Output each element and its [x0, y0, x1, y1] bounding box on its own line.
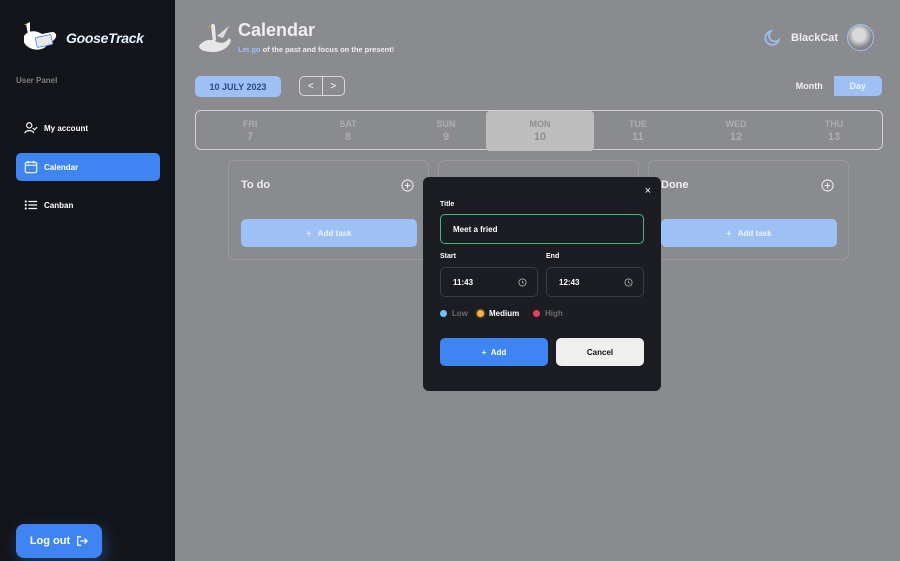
goose-logo-icon: [24, 22, 57, 50]
month-view-button[interactable]: Month: [785, 76, 834, 96]
day-view-button[interactable]: Day: [833, 76, 882, 96]
add-circle-icon[interactable]: [401, 179, 414, 192]
priority-label: Low: [452, 309, 468, 318]
priority-dot: [477, 310, 484, 317]
end-value: 12:43: [559, 277, 580, 287]
week-day[interactable]: SAT 8: [294, 111, 402, 151]
current-date-button[interactable]: 10 JULY 2023: [195, 76, 281, 97]
weekday-name: SUN: [436, 119, 456, 129]
add-circle-icon[interactable]: [821, 179, 834, 192]
week-strip: FRI 7 SAT 8 SUN 9 MON 10 TUE 11 WED 12 THU 13: [195, 110, 883, 151]
week-day[interactable]: TUE 11: [584, 111, 692, 151]
close-icon[interactable]: ×: [645, 185, 651, 197]
title-label: Title: [440, 201, 455, 208]
priority-label: Medium: [489, 309, 520, 318]
add-task-button[interactable]: + Add task: [661, 219, 837, 247]
logo[interactable]: GooseTrack: [18, 20, 144, 56]
weekday-name: FRI: [242, 119, 258, 129]
priority-low[interactable]: Low: [440, 309, 468, 318]
priority-high[interactable]: High: [533, 309, 563, 318]
week-day[interactable]: WED 12: [682, 111, 790, 151]
add-task-label: Add task: [737, 228, 772, 238]
weekday-name: WED: [725, 119, 747, 129]
calendar-icon: [24, 160, 38, 174]
sidebar-item-label: My account: [44, 123, 89, 133]
clock-icon: [518, 278, 527, 287]
avatar[interactable]: [847, 24, 874, 51]
weekday-number: 8: [344, 131, 352, 143]
start-value: 11:43: [453, 277, 474, 287]
add-task-label: Add task: [317, 228, 352, 238]
weekday-name: TUE: [629, 119, 647, 129]
cancel-button[interactable]: Cancel: [556, 338, 644, 366]
column-title: To do: [241, 179, 271, 191]
weekday-name: THU: [824, 119, 844, 129]
start-time-input[interactable]: 11:43: [440, 267, 538, 297]
title-value: Meet a fried: [453, 224, 498, 234]
add-button[interactable]: + Add: [440, 338, 548, 366]
subtitle-accent: Let go: [238, 45, 261, 54]
weekday-number: 12: [729, 131, 743, 143]
priority-dot: [440, 310, 447, 317]
sidebar-item-my-account[interactable]: My account: [16, 114, 160, 142]
week-day[interactable]: FRI 7: [196, 111, 304, 151]
next-period-button[interactable]: >: [323, 77, 345, 95]
title-input[interactable]: Meet a fried: [440, 214, 644, 244]
user-panel-label: User Panel: [16, 76, 58, 85]
logout-button[interactable]: Log out: [16, 524, 102, 558]
end-label: End: [546, 253, 560, 260]
week-day[interactable]: THU 13: [780, 111, 888, 151]
column-done: Done + Add task: [648, 160, 849, 260]
list-icon: [24, 200, 38, 210]
weekday-name: MON: [529, 119, 551, 129]
start-label: Start: [440, 253, 456, 260]
view-toggle: Month Day: [785, 76, 882, 96]
logout-label: Log out: [29, 535, 71, 547]
week-day-selected[interactable]: MON 10: [486, 111, 594, 151]
weekday-number: 13: [827, 131, 841, 143]
sidebar-item-label: Calendar: [44, 162, 79, 172]
sidebar-item-canban[interactable]: Canban: [16, 191, 160, 219]
logout-icon: [77, 536, 89, 546]
weekday-number: 9: [442, 131, 450, 143]
weekday-number: 7: [246, 131, 254, 143]
user-check-icon: [24, 122, 38, 134]
sidebar-item-calendar[interactable]: Calendar: [16, 153, 160, 181]
week-day[interactable]: SUN 9: [392, 111, 500, 151]
weekday-number: 11: [632, 131, 644, 143]
end-time-input[interactable]: 12:43: [546, 267, 644, 297]
period-navigation: < >: [299, 76, 345, 96]
prev-period-button[interactable]: <: [300, 77, 323, 95]
task-modal: × Title Meet a fried Start 11:43 End 12:…: [423, 177, 661, 391]
sidebar: GooseTrack User Panel My account Calenda…: [0, 0, 175, 561]
column-title: Done: [661, 179, 689, 191]
page-title: Calendar: [238, 20, 316, 40]
username: BlackCat: [791, 32, 839, 44]
priority-label: High: [545, 309, 563, 318]
weekday-number: 10: [533, 131, 547, 143]
moon-icon[interactable]: [763, 28, 783, 48]
clock-icon: [624, 278, 633, 287]
column-todo: To do + Add task: [228, 160, 429, 260]
app-name: GooseTrack: [66, 30, 144, 46]
weekday-name: SAT: [339, 119, 357, 129]
sidebar-item-label: Canban: [44, 200, 74, 210]
priority-dot: [533, 310, 540, 317]
add-task-button[interactable]: + Add task: [241, 219, 417, 247]
add-label: Add: [490, 347, 507, 357]
subtitle-rest: of the past and focus on the present!: [260, 45, 395, 54]
page-subtitle: Let go of the past and focus on the pres…: [238, 45, 394, 54]
goose-illustration-icon: [199, 23, 231, 52]
priority-medium-selected[interactable]: Medium: [477, 309, 519, 318]
